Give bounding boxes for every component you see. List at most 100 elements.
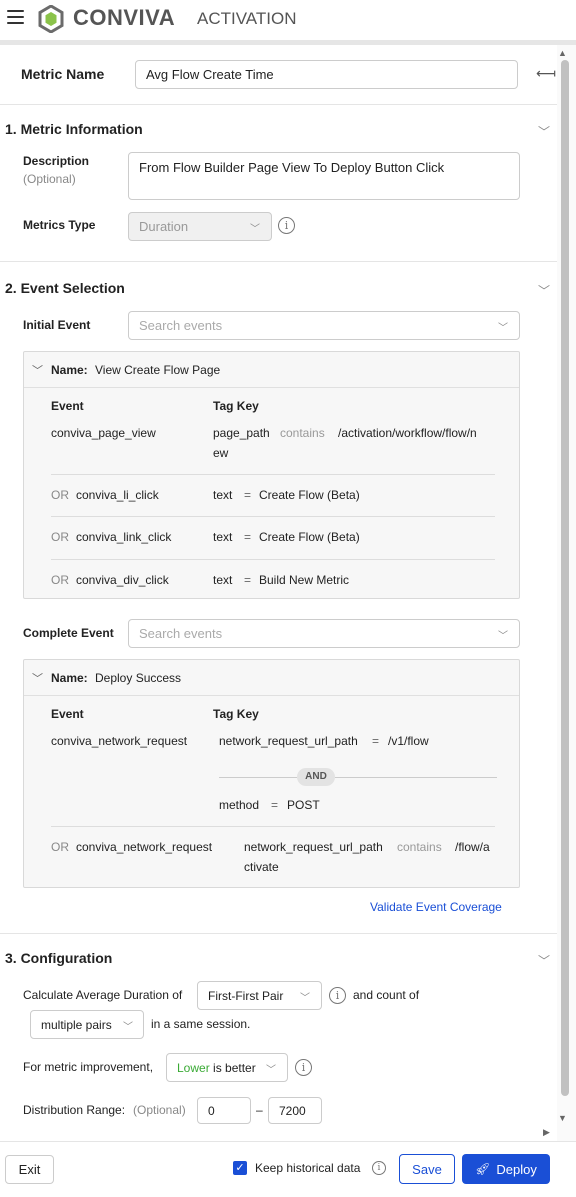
chevron-down-icon: ﹀ — [266, 1065, 276, 1076]
divider — [0, 104, 557, 105]
or-label: OR — [51, 530, 69, 544]
event-row-value-wrap: ew — [213, 446, 229, 460]
column-header-event: Event — [51, 707, 84, 721]
conviva-logo-icon — [38, 5, 64, 33]
calc-prefix-text: Calculate Average Duration of — [23, 988, 183, 1002]
scroll-down-arrow-icon[interactable]: ▼ — [558, 1113, 567, 1123]
info-icon[interactable]: i — [329, 987, 346, 1004]
event-row-name: conviva_network_request — [51, 734, 188, 748]
section-event-selection-title: 2. Event Selection — [5, 280, 125, 296]
and-divider-left — [219, 777, 297, 778]
metric-name-label: Metric Name — [21, 66, 105, 82]
event-row-operator: = — [244, 488, 252, 502]
chevron-down-icon[interactable]: ﹀ — [32, 362, 43, 378]
complete-event-label: Complete Event — [23, 626, 114, 640]
column-header-tag-key: Tag Key — [213, 399, 259, 413]
description-textarea[interactable]: From Flow Builder Page View To Deploy Bu… — [128, 152, 520, 200]
footer-action-bar: Exit ✓ Keep historical data i Save 🚀︎ Dep… — [0, 1141, 576, 1197]
validate-event-coverage-link[interactable]: Validate Event Coverage — [370, 900, 502, 914]
scroll-right-arrow-icon[interactable]: ▶ — [543, 1127, 550, 1138]
keep-historical-checkbox[interactable]: ✓ — [233, 1161, 247, 1175]
initial-event-search[interactable]: Search events — [128, 311, 520, 340]
scrollbar-thumb[interactable] — [561, 60, 569, 1096]
section-collapse-chevron-icon[interactable]: ﹀ — [538, 123, 550, 140]
description-label: Description — [23, 154, 90, 168]
event-row-value-wrap: ctivate — [244, 860, 279, 874]
distribution-range-label: Distribution Range: — [23, 1103, 126, 1117]
brand-name: CONVIVA — [73, 5, 176, 30]
divider — [51, 474, 495, 475]
event-name-label: Name: — [51, 363, 88, 377]
chevron-down-icon: ﹀ — [498, 323, 508, 334]
event-row-tag-key: text — [213, 488, 233, 502]
event-row-tag-key: text — [213, 573, 233, 587]
section-collapse-chevron-icon[interactable]: ﹀ — [538, 952, 550, 969]
calc-mid-text: and count of — [353, 988, 420, 1002]
section-configuration-title: 3. Configuration — [5, 950, 113, 966]
range-separator: – — [256, 1103, 263, 1117]
section-collapse-chevron-icon[interactable]: ﹀ — [538, 282, 550, 299]
info-icon[interactable]: i — [295, 1059, 312, 1076]
complete-event-search[interactable]: Search events — [128, 619, 520, 648]
event-row-value: Create Flow (Beta) — [259, 530, 360, 544]
chevron-down-icon: ﹀ — [498, 631, 508, 642]
description-optional-label: (Optional) — [23, 172, 76, 186]
event-row-tag-key: network_request_url_path — [219, 734, 358, 748]
calc-suffix-text: in a same session. — [151, 1017, 251, 1031]
divider — [0, 933, 557, 934]
chevron-down-icon[interactable]: ﹀ — [32, 670, 43, 686]
event-row-value: /flow/a — [455, 840, 490, 854]
event-row-name: conviva_div_click — [76, 573, 169, 587]
and-divider-right — [335, 777, 497, 778]
app-header: CONVIVA ACTIVATION — [0, 0, 576, 40]
deploy-button[interactable]: 🚀︎ Deploy — [462, 1154, 550, 1184]
event-row-name: conviva_page_view — [51, 426, 156, 440]
event-row-operator: contains — [280, 426, 325, 440]
event-row-value: Create Flow (Beta) — [259, 488, 360, 502]
or-label: OR — [51, 573, 69, 587]
save-button[interactable]: Save — [399, 1154, 455, 1184]
event-row-name: conviva_link_click — [76, 530, 172, 544]
range-max-input[interactable]: 7200 — [268, 1097, 322, 1124]
event-row-name: conviva_li_click — [76, 488, 159, 502]
event-row-operator: contains — [397, 840, 442, 854]
info-icon[interactable]: i — [372, 1161, 386, 1175]
event-row-operator: = — [372, 734, 380, 748]
keep-historical-label: Keep historical data — [255, 1161, 361, 1175]
section-metric-information-title: 1. Metric Information — [5, 121, 143, 137]
collapse-panel-icon[interactable]: ⟻ — [536, 65, 556, 82]
metric-name-input[interactable]: Avg Flow Create Time — [135, 60, 518, 89]
column-header-tag-key: Tag Key — [213, 707, 259, 721]
event-row-operator: = — [244, 530, 252, 544]
initial-event-label: Initial Event — [23, 318, 91, 332]
metric-form: Metric Name Avg Flow Create Time ⟻ 1. Me… — [0, 45, 557, 1141]
event-row-value: /activation/workflow/flow/n — [338, 426, 477, 440]
divider — [51, 826, 495, 827]
event-row-tag-key: page_path — [213, 426, 270, 440]
event-row-tag-key: method — [219, 798, 260, 812]
event-name-value: Deploy Success — [95, 671, 182, 685]
distribution-range-optional: (Optional) — [133, 1103, 186, 1117]
event-row-operator: = — [271, 798, 279, 812]
or-label: OR — [51, 488, 69, 502]
chevron-down-icon: ﹀ — [300, 993, 310, 1004]
exit-button[interactable]: Exit — [5, 1155, 54, 1184]
event-name-value: View Create Flow Page — [95, 363, 221, 377]
range-min-input[interactable]: 0 — [197, 1097, 251, 1124]
column-header-event: Event — [51, 399, 84, 413]
divider — [51, 559, 495, 560]
event-name-label: Name: — [51, 671, 88, 685]
metrics-type-label: Metrics Type — [23, 218, 96, 232]
and-badge: AND — [297, 768, 335, 786]
event-row-tag-key: text — [213, 530, 233, 544]
improvement-label: For metric improvement, — [23, 1060, 154, 1074]
event-row-value: POST — [287, 798, 320, 812]
initial-event-card: ﹀ Name: View Create Flow Page Event Tag … — [23, 351, 520, 599]
complete-event-card: ﹀ Name: Deploy Success Event Tag Key con… — [23, 659, 520, 888]
event-row-tag-key: network_request_url_path — [244, 840, 383, 854]
hamburger-menu-icon[interactable] — [7, 10, 24, 24]
info-icon[interactable]: i — [278, 217, 295, 234]
event-row-value: /v1/flow — [388, 734, 429, 748]
scroll-up-arrow-icon[interactable]: ▲ — [558, 48, 567, 58]
or-label: OR — [51, 840, 69, 854]
